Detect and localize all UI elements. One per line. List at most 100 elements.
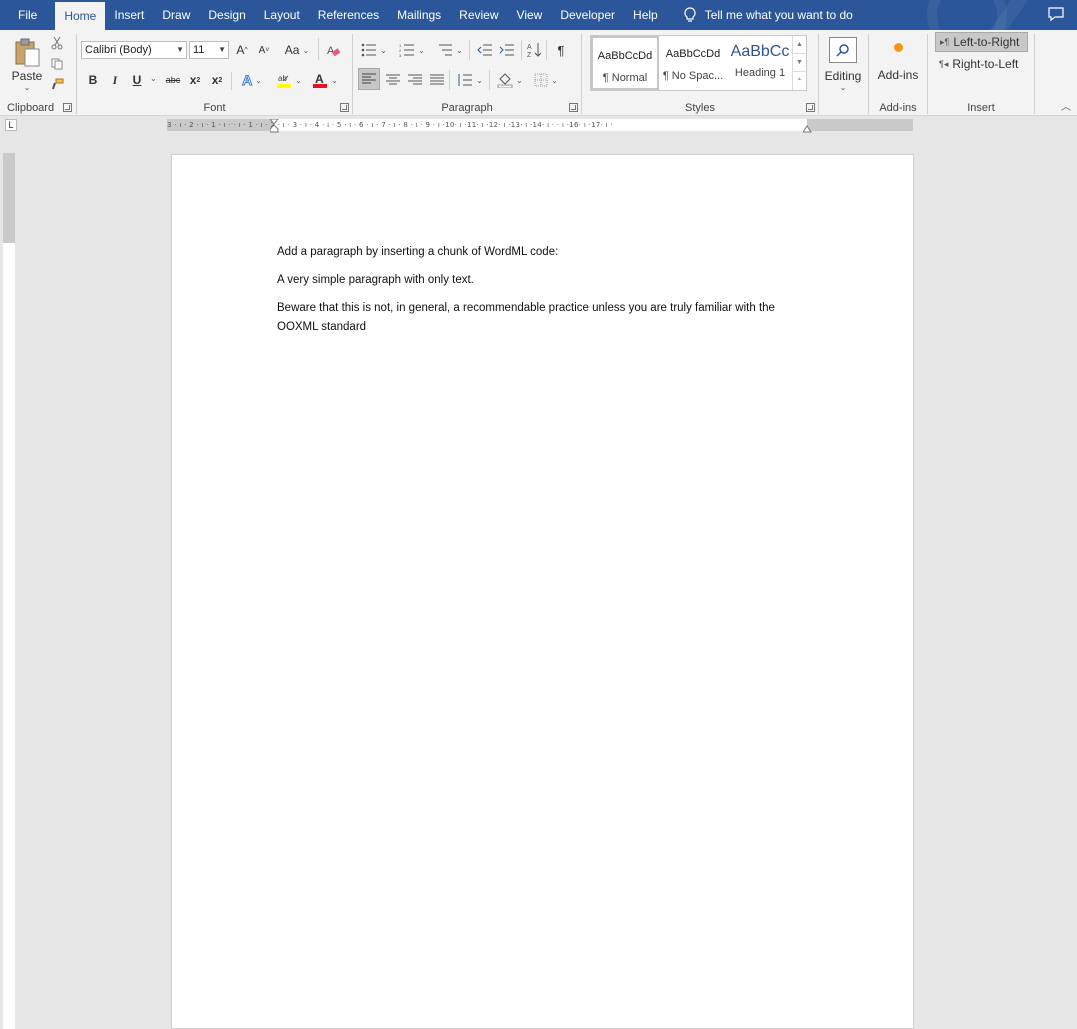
- svg-text:A: A: [315, 72, 324, 86]
- multilevel-list-icon: [439, 44, 453, 56]
- cut-icon[interactable]: [51, 36, 63, 50]
- tab-home[interactable]: Home: [55, 2, 106, 30]
- font-launcher-icon[interactable]: [340, 103, 349, 112]
- tab-view[interactable]: View: [508, 0, 552, 30]
- right-indent-marker-icon[interactable]: [803, 125, 812, 133]
- font-name-value: Calibri (Body): [85, 44, 152, 56]
- tab-mailings[interactable]: Mailings: [388, 0, 450, 30]
- style-heading-1[interactable]: AaBbCc Heading 1: [727, 36, 793, 90]
- align-center-icon[interactable]: [386, 74, 400, 86]
- separator: [449, 70, 450, 90]
- svg-text:Z: Z: [527, 52, 532, 58]
- tab-help[interactable]: Help: [624, 0, 667, 30]
- paragraph[interactable]: A very simple paragraph with only text.: [277, 271, 817, 290]
- text-effects-button[interactable]: A ⌄: [237, 70, 267, 90]
- change-case-button[interactable]: Aa ⌄: [282, 41, 312, 59]
- sort-icon[interactable]: AZ: [527, 42, 541, 58]
- font-group: Calibri (Body) ▼ 11 ▼ A ^ A ˅ Aa ⌄ A B I U ⌄ …: [77, 30, 352, 116]
- highlighter-icon: ab: [277, 74, 292, 88]
- shading-button[interactable]: ⌄: [495, 70, 525, 90]
- bold-button[interactable]: B: [85, 70, 101, 90]
- underline-dropdown-icon[interactable]: ⌄: [150, 74, 157, 83]
- format-painter-icon[interactable]: [51, 78, 64, 90]
- tab-insert[interactable]: Insert: [105, 0, 153, 30]
- superscript-icon: x: [211, 73, 219, 87]
- clear-formatting-icon[interactable]: A: [326, 43, 342, 59]
- numbering-button[interactable]: 1 2 3 ⌄: [397, 40, 427, 60]
- style-normal[interactable]: AaBbCcDd ¶ Normal: [591, 36, 659, 90]
- paste-button[interactable]: Paste ⌄: [8, 34, 46, 96]
- styles-scroll-up-icon[interactable]: ▲: [793, 36, 806, 54]
- subscript-button[interactable]: x2: [187, 70, 203, 90]
- underline-button[interactable]: U: [129, 70, 145, 90]
- align-left-button[interactable]: [358, 68, 380, 90]
- styles-gallery-scroll[interactable]: ▲ ▼ ⩡: [792, 36, 806, 90]
- decrease-indent-icon[interactable]: [477, 43, 493, 57]
- lightbulb-icon: [684, 7, 696, 22]
- styles-launcher-icon[interactable]: [806, 103, 815, 112]
- right-to-left-button[interactable]: ¶◂ Right-to-Left: [935, 54, 1028, 74]
- tab-file[interactable]: File: [0, 0, 55, 30]
- text-effects-dropdown-icon: ⌄: [255, 75, 262, 85]
- tab-layout[interactable]: Layout: [255, 0, 309, 30]
- left-to-right-button[interactable]: ▸¶ Left-to-Right: [935, 32, 1028, 52]
- multilevel-list-button[interactable]: ⌄: [435, 40, 465, 60]
- shrink-font-button[interactable]: A ˅: [257, 41, 271, 59]
- paste-label: Paste: [11, 69, 43, 83]
- align-right-icon[interactable]: [408, 74, 422, 86]
- grow-font-button[interactable]: A ^: [235, 41, 249, 59]
- editing-button[interactable]: Editing ⌄: [823, 34, 863, 94]
- first-line-indent-marker-icon[interactable]: [270, 119, 279, 133]
- italic-button[interactable]: I: [107, 70, 123, 90]
- strikethrough-button[interactable]: abc: [163, 70, 183, 90]
- bullets-icon: [361, 43, 377, 57]
- separator: [489, 70, 490, 90]
- tab-draw[interactable]: Draw: [153, 0, 199, 30]
- clipboard-launcher-icon[interactable]: [63, 103, 72, 112]
- copy-icon[interactable]: [51, 58, 63, 70]
- grow-font-icon: A: [236, 43, 245, 57]
- tab-selector-icon[interactable]: L: [5, 119, 17, 131]
- style-no-spacing[interactable]: AaBbCcDd ¶ No Spac...: [659, 36, 727, 90]
- increase-indent-icon[interactable]: [499, 43, 515, 57]
- separator: [546, 40, 547, 60]
- comments-icon[interactable]: [1047, 6, 1065, 22]
- tab-design[interactable]: Design: [199, 0, 254, 30]
- paragraph-group-label: Paragraph: [441, 102, 493, 114]
- bullets-dropdown-icon: ⌄: [380, 45, 387, 55]
- style-sample: AaBbCc: [730, 43, 790, 60]
- style-sample: AaBbCcDd: [597, 50, 653, 62]
- paragraph[interactable]: Beware that this is not, in general, a r…: [277, 299, 817, 337]
- font-size-combo[interactable]: 11 ▼: [189, 41, 229, 59]
- shading-dropdown-icon: ⌄: [516, 75, 523, 85]
- paragraph-launcher-icon[interactable]: [569, 103, 578, 112]
- show-formatting-marks-button[interactable]: ¶: [553, 40, 569, 60]
- ltr-label: Left-to-Right: [953, 35, 1020, 49]
- tell-me-search[interactable]: Tell me what you want to do: [683, 0, 853, 30]
- document-page[interactable]: Add a paragraph by inserting a chunk of …: [171, 154, 914, 1029]
- horizontal-ruler[interactable]: 3 · ı · 2 · ı · 1 · ı · · ı · 1 · ı · 2 …: [167, 119, 913, 133]
- justify-icon[interactable]: [430, 74, 444, 86]
- collapse-ribbon-icon[interactable]: ︿: [1061, 98, 1071, 113]
- styles-more-icon[interactable]: ⩡: [793, 72, 806, 88]
- paragraph[interactable]: Add a paragraph by inserting a chunk of …: [277, 243, 817, 262]
- tab-review[interactable]: Review: [450, 0, 507, 30]
- tab-references[interactable]: References: [309, 0, 388, 30]
- tab-developer[interactable]: Developer: [551, 0, 624, 30]
- numbering-dropdown-icon: ⌄: [418, 45, 425, 55]
- addins-button[interactable]: Add-ins: [873, 38, 923, 86]
- svg-text:A: A: [527, 44, 532, 51]
- font-color-button[interactable]: A ⌄: [309, 70, 341, 90]
- editing-dropdown-icon: ⌄: [839, 82, 847, 92]
- addins-button-label: Add-ins: [877, 67, 919, 82]
- borders-button[interactable]: ⌄: [531, 70, 561, 90]
- superscript-button[interactable]: x2: [209, 70, 225, 90]
- line-spacing-button[interactable]: ⌄: [455, 70, 485, 90]
- separator: [1034, 34, 1035, 114]
- bullets-button[interactable]: ⌄: [359, 40, 389, 60]
- style-sample: AaBbCcDd: [665, 48, 721, 60]
- font-name-combo[interactable]: Calibri (Body) ▼: [81, 41, 187, 59]
- styles-scroll-down-icon[interactable]: ▼: [793, 54, 806, 72]
- vertical-ruler[interactable]: [3, 153, 15, 1029]
- highlight-button[interactable]: ab ⌄: [273, 70, 305, 90]
